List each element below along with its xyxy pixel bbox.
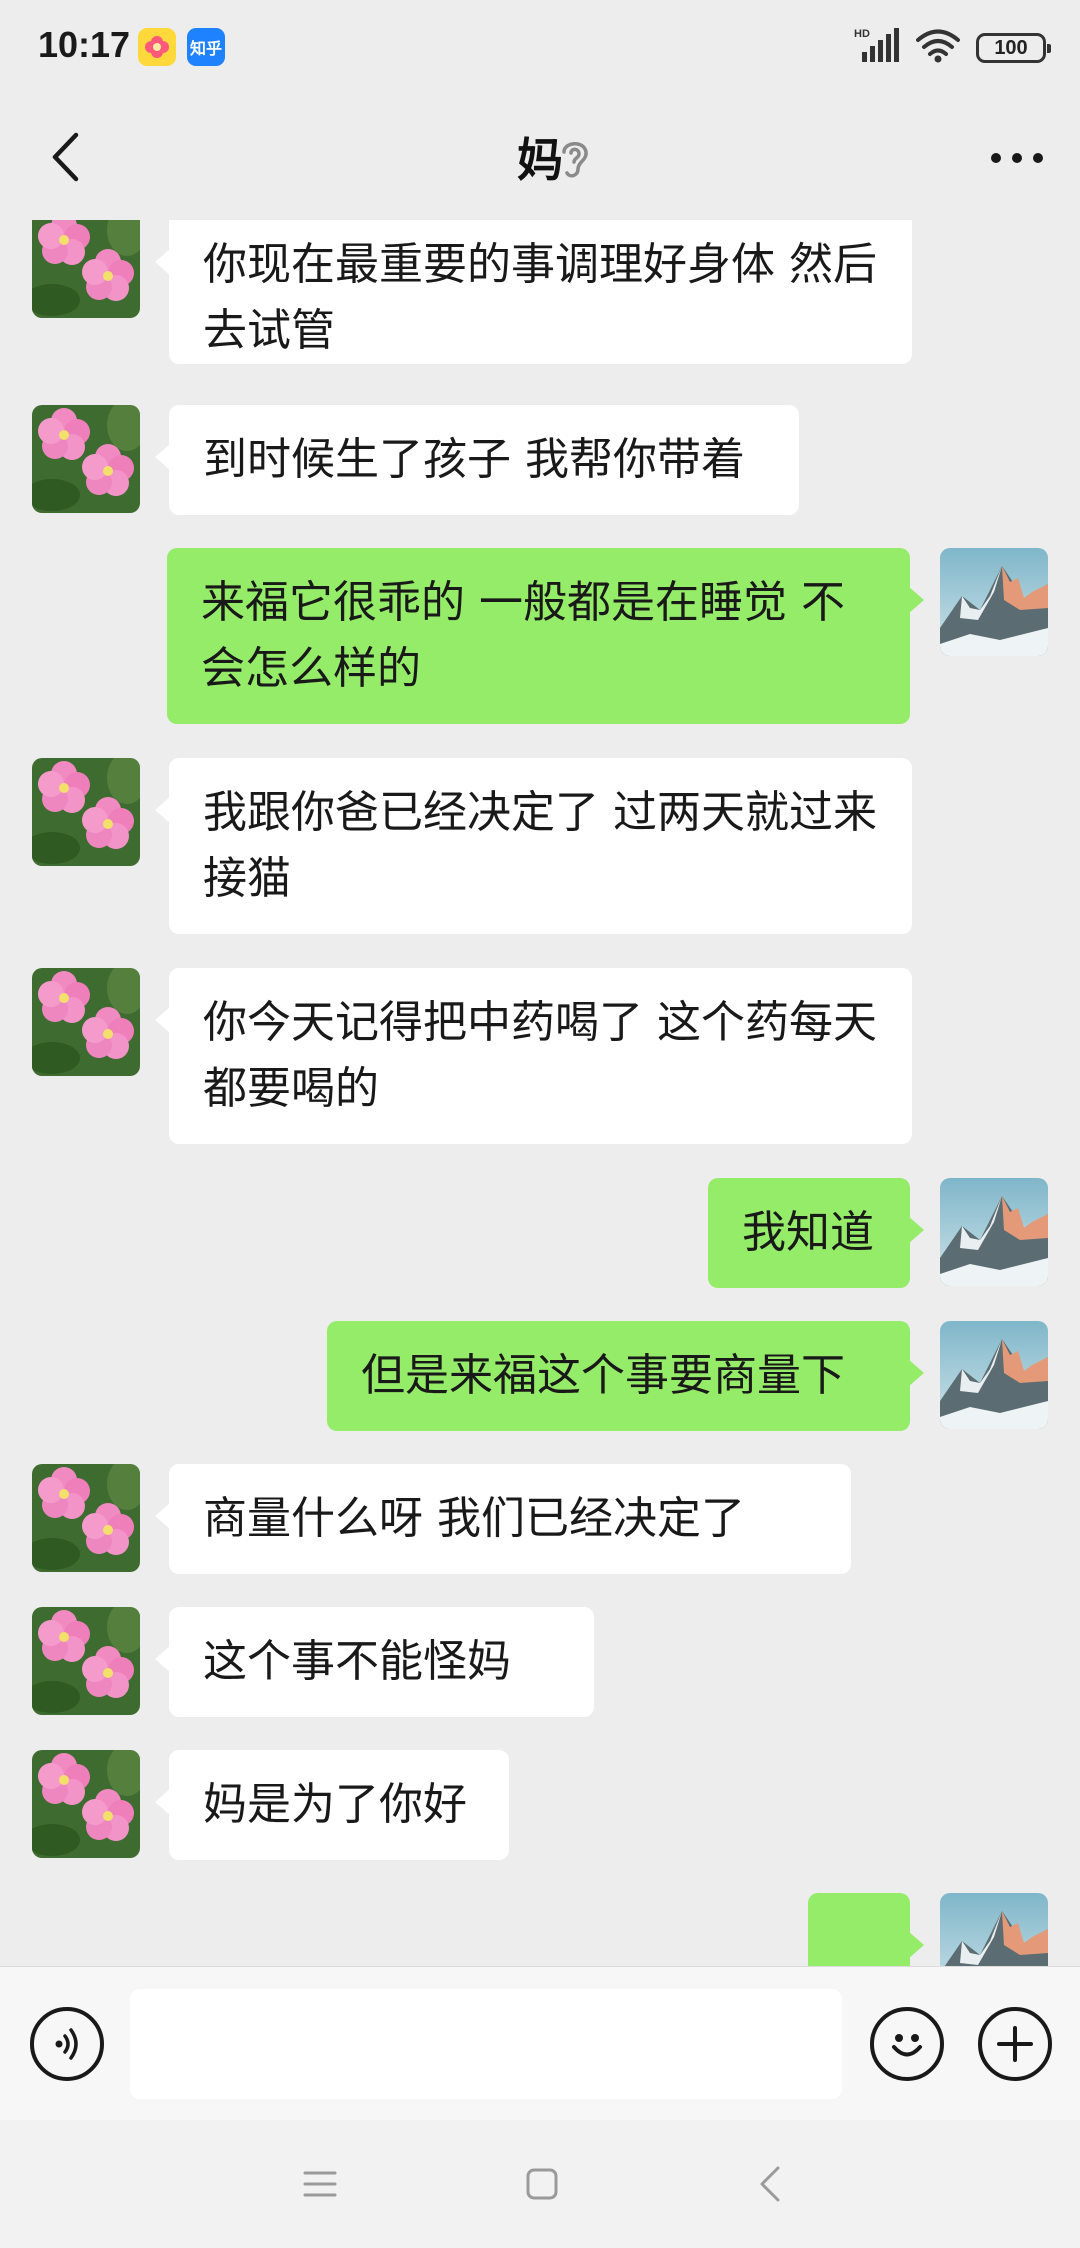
more-dots-icon bbox=[991, 153, 1043, 163]
mom-avatar[interactable] bbox=[32, 405, 140, 513]
avatar-mountain-image bbox=[940, 1321, 1048, 1429]
chat-header: 妈 bbox=[0, 96, 1080, 220]
avatar-flower-image bbox=[32, 758, 140, 866]
avatar-mountain-image bbox=[940, 1893, 1048, 1966]
message-bubble[interactable]: 但是来福这个事要商量下 bbox=[327, 1321, 924, 1431]
more-button[interactable] bbox=[982, 128, 1052, 188]
message-bubble[interactable]: 商量什么呀 我们已经决定了 bbox=[155, 1464, 851, 1574]
ear-icon bbox=[556, 136, 592, 180]
my-avatar[interactable] bbox=[940, 1321, 1048, 1429]
input-bar bbox=[0, 1966, 1080, 2120]
my-avatar[interactable] bbox=[940, 548, 1048, 656]
mom-avatar[interactable] bbox=[32, 220, 140, 318]
square-home-icon bbox=[526, 2168, 558, 2200]
message-bubble[interactable]: 我跟你爸已经决定了 过两天就过来接猫 bbox=[155, 758, 912, 934]
emoji-button[interactable] bbox=[870, 2007, 944, 2081]
system-navigation-bar bbox=[0, 2120, 1080, 2248]
menu-lines-icon bbox=[303, 2171, 337, 2197]
battery-indicator: 100 bbox=[976, 33, 1051, 63]
svg-text:HD: HD bbox=[854, 28, 870, 40]
mom-avatar[interactable] bbox=[32, 968, 140, 1076]
message-bubble[interactable]: 你今天记得把中药喝了 这个药每天都要喝的 bbox=[155, 968, 912, 1144]
avatar-flower-image bbox=[32, 220, 140, 318]
avatar-flower-image bbox=[32, 1607, 140, 1715]
message-bubble[interactable]: 妈是为了你好 bbox=[155, 1750, 509, 1860]
avatar-flower-image bbox=[32, 405, 140, 513]
mom-avatar[interactable] bbox=[32, 1750, 140, 1858]
message-bubble[interactable]: 来福它很乖的 一般都是在睡觉 不会怎么样的 bbox=[167, 548, 924, 724]
avatar-mountain-image bbox=[940, 1178, 1048, 1286]
mom-avatar[interactable] bbox=[32, 758, 140, 866]
voice-button[interactable] bbox=[30, 2007, 104, 2081]
status-indicators: HD 100 bbox=[854, 26, 1051, 70]
message-bubble[interactable]: ... bbox=[808, 1893, 924, 1966]
home-button[interactable] bbox=[512, 2154, 572, 2214]
message-bubble[interactable]: 这个事不能怪妈 bbox=[155, 1607, 594, 1717]
message-input[interactable] bbox=[130, 1989, 842, 2099]
recent-apps-button[interactable] bbox=[290, 2154, 350, 2214]
back-triangle-icon bbox=[760, 2166, 780, 2202]
avatar-mountain-image bbox=[940, 548, 1048, 656]
message-bubble[interactable]: 到时候生了孩子 我帮你带着 bbox=[155, 405, 799, 515]
emoji-icon bbox=[892, 2034, 922, 2057]
chat-title: 妈 bbox=[517, 133, 563, 187]
avatar-flower-image bbox=[32, 1750, 140, 1858]
avatar-flower-image bbox=[32, 968, 140, 1076]
wifi-icon bbox=[916, 29, 960, 67]
mom-avatar[interactable] bbox=[32, 1607, 140, 1715]
avatar-flower-image bbox=[32, 1464, 140, 1572]
message-list[interactable]: 你现在最重要的事调理好身体 然后去试管 到时候生了孩子 我帮你带着 来福它很乖的… bbox=[0, 220, 1080, 1966]
plus-button[interactable] bbox=[978, 2007, 1052, 2081]
status-time: 10:17 bbox=[38, 24, 131, 65]
voice-icon bbox=[55, 2028, 78, 2060]
mom-avatar[interactable] bbox=[32, 1464, 140, 1572]
system-back-button[interactable] bbox=[740, 2154, 800, 2214]
message-bubble[interactable]: 你现在最重要的事调理好身体 然后去试管 bbox=[155, 220, 912, 364]
zhihu-app-icon: 知乎 bbox=[187, 28, 225, 66]
flower-app-icon bbox=[138, 28, 176, 66]
status-bar: 10:17 知乎 HD 100 bbox=[0, 0, 1080, 96]
cellular-signal-icon: HD bbox=[854, 26, 900, 70]
my-avatar[interactable] bbox=[940, 1893, 1048, 1966]
plus-icon bbox=[997, 2026, 1033, 2062]
my-avatar[interactable] bbox=[940, 1178, 1048, 1286]
message-bubble[interactable]: 我知道 bbox=[708, 1178, 924, 1288]
